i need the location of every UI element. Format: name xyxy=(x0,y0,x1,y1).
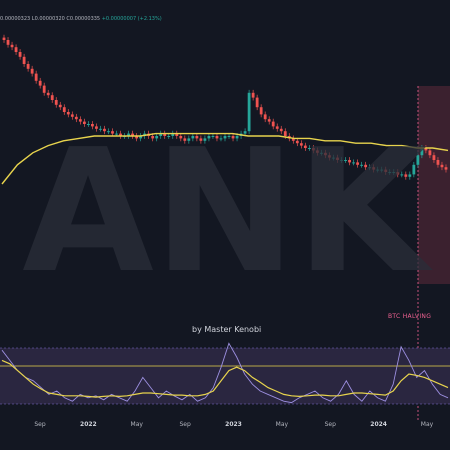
candle-body xyxy=(251,92,255,98)
x-tick-label: 2022 xyxy=(80,421,97,428)
x-tick-label: May xyxy=(421,421,434,428)
x-tick-label: Sep xyxy=(179,421,191,428)
candle-body xyxy=(30,68,34,74)
candle-body xyxy=(38,80,42,86)
candle-body xyxy=(74,116,78,120)
candle-body xyxy=(62,107,66,112)
candle-body xyxy=(26,64,30,69)
candle-body xyxy=(259,107,263,115)
price-change: +0.00000007 (+2.13%) xyxy=(101,16,162,22)
halving-label: BTC HALVING xyxy=(388,313,432,320)
candle-body xyxy=(34,73,38,81)
x-tick-label: 2024 xyxy=(370,421,387,428)
x-tick-label: 2023 xyxy=(225,421,242,428)
candle-body xyxy=(18,52,22,57)
ohlc-readout: 0.00000323 L0.00000320 C0.00000335 +0.00… xyxy=(0,16,162,22)
x-axis: Sep 2022 May Sep 2023 May Sep 2024 May xyxy=(34,421,433,428)
x-tick-label: May xyxy=(131,421,144,428)
candle-body xyxy=(58,104,62,108)
candle-body xyxy=(22,56,26,64)
x-tick-label: May xyxy=(276,421,289,428)
candle-body xyxy=(10,44,14,48)
candle-body xyxy=(6,40,10,45)
x-tick-label: Sep xyxy=(325,421,337,428)
candle-body xyxy=(70,114,74,117)
candle-body xyxy=(66,112,70,115)
candle-body xyxy=(263,114,267,120)
candle-body xyxy=(42,85,46,93)
author-credit: by Master Kenobi xyxy=(192,325,262,334)
x-tick-label: Sep xyxy=(34,421,46,428)
candle-body xyxy=(14,47,18,52)
candle-body xyxy=(46,92,50,96)
watermark-text: ANK xyxy=(22,120,433,300)
candle-body xyxy=(2,37,6,40)
candle-body xyxy=(255,97,259,108)
candle-body xyxy=(54,100,58,105)
watermark: ANK xyxy=(22,120,433,300)
candle-body xyxy=(50,95,54,100)
ohlc-values: 0.00000323 L0.00000320 C0.00000335 xyxy=(0,16,101,22)
